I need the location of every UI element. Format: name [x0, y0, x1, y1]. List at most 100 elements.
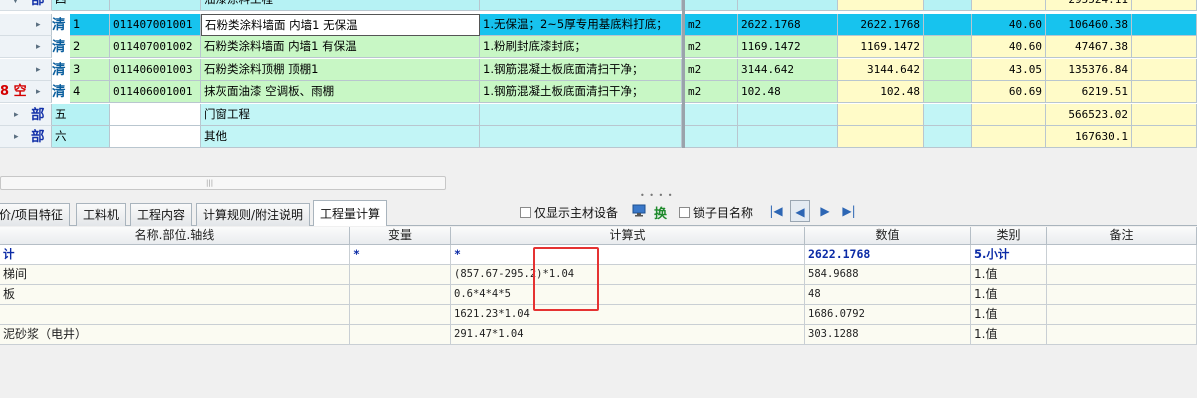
bill-grid: ▼ 部 四 油漆涂料工程 295524.11 ▸ 清 1 01140700100… — [0, 0, 1197, 148]
checkbox-box[interactable] — [520, 207, 531, 218]
collapse-caret-icon[interactable]: ▼ — [12, 0, 19, 11]
row-price — [972, 0, 1046, 11]
cell-remark[interactable] — [1047, 285, 1197, 305]
cell-formula[interactable]: * — [451, 245, 805, 265]
row-gutter — [0, 36, 52, 58]
cell-value[interactable]: 584.9688 — [805, 265, 971, 285]
row-tail — [1132, 14, 1197, 36]
row-tail — [1132, 81, 1197, 103]
row-amount: 566523.02 — [1046, 104, 1132, 126]
cell-remark[interactable] — [1047, 245, 1197, 265]
row-qty: 102.48 — [738, 81, 838, 103]
row-seq: 四 — [52, 0, 110, 11]
last-record-icon[interactable]: ▶| — [839, 200, 859, 222]
row-feature: 1.粉刷封底漆封底； — [480, 36, 682, 58]
expand-caret-icon[interactable]: ▸ — [36, 14, 41, 36]
row-price — [972, 104, 1046, 126]
cell-value[interactable]: 48 — [805, 285, 971, 305]
row-tail — [1132, 36, 1197, 58]
row-gutter — [0, 14, 52, 36]
cell-remark[interactable] — [1047, 305, 1197, 325]
expand-caret-icon[interactable]: ▸ — [36, 36, 41, 58]
cell-remark[interactable] — [1047, 265, 1197, 285]
cell-formula[interactable]: 1621.23*1.04 — [451, 305, 805, 325]
horizontal-scrollbar[interactable]: ||| — [0, 176, 446, 190]
row-qty2 — [838, 0, 924, 11]
row-type-label: 清 — [52, 84, 66, 100]
cell-name[interactable]: 梯间 — [0, 265, 350, 285]
tab-calc-rules[interactable]: 计算规则/附注说明 — [196, 203, 311, 226]
checkbox-box[interactable] — [679, 207, 690, 218]
scrollbar-grip-icon[interactable]: ||| — [206, 179, 218, 187]
row-type-label: 清 — [52, 62, 66, 78]
bill-row-item[interactable]: 8 空 ▸ 清 4 011406001001 抹灰面油漆 空调板、雨棚 1.钢筋… — [0, 81, 1197, 103]
row-name-editor[interactable]: 石粉类涂料墙面 内墙1 无保温 — [201, 14, 480, 36]
next-record-icon[interactable]: ▶ — [815, 200, 835, 222]
row-unit — [685, 126, 738, 148]
main-material-checkbox[interactable]: 仅显示主材设备 — [520, 206, 618, 220]
header-remark[interactable]: 备注 — [1047, 227, 1197, 245]
tab-quantity-calc[interactable]: 工程量计算 — [313, 200, 388, 226]
row-name: 抹灰面油漆 空调板、雨棚 — [201, 81, 480, 103]
calc-row[interactable]: 泥砂浆（电井） 291.47*1.04 303.1288 1.值 — [0, 325, 1197, 345]
row-unit: m2 — [685, 36, 738, 58]
row-qty2: 2622.1768 — [838, 14, 924, 36]
cell-name[interactable]: 板 — [0, 285, 350, 305]
cell-category[interactable]: 1.值 — [971, 325, 1047, 345]
row-qty: 1169.1472 — [738, 36, 838, 58]
header-name[interactable]: 名称.部位.轴线 — [0, 227, 350, 245]
bill-row-division[interactable]: ▸ 部 五 门窗工程 566523.02 — [0, 104, 1197, 126]
header-value[interactable]: 数值 — [805, 227, 971, 245]
bill-row-division[interactable]: ▼ 部 四 油漆涂料工程 295524.11 — [0, 0, 1197, 11]
swap-button[interactable]: 换 — [654, 203, 667, 222]
first-record-icon[interactable]: |◀ — [766, 200, 786, 222]
cell-variable[interactable] — [350, 285, 451, 305]
row-extra — [924, 126, 972, 148]
monitor-icon[interactable] — [632, 204, 646, 217]
expand-caret-icon[interactable]: ▸ — [36, 81, 41, 103]
row-type-label: 部 — [31, 0, 45, 8]
tab-price-features[interactable]: 价/项目特征 — [0, 203, 71, 226]
cell-value[interactable]: 1686.0792 — [805, 305, 971, 325]
row-qty2: 3144.642 — [838, 59, 924, 81]
cell-name[interactable]: 泥砂浆（电井） — [0, 325, 350, 345]
row-feature: 1.无保温；2~5厚专用基底料打底； — [480, 14, 682, 36]
lock-name-checkbox[interactable]: 锁子目名称 — [679, 206, 753, 220]
cell-formula[interactable]: 291.47*1.04 — [451, 325, 805, 345]
row-seq: 3 — [70, 59, 110, 81]
expand-caret-icon[interactable]: ▸ — [36, 59, 41, 81]
cell-category[interactable]: 1.值 — [971, 305, 1047, 325]
bill-row-item[interactable]: ▸ 清 2 011407001002 石粉类涂料墙面 内墙1 有保温 1.粉刷封… — [0, 36, 1197, 58]
bill-row-division[interactable]: ▸ 部 六 其他 167630.1 — [0, 126, 1197, 148]
header-variable[interactable]: 变量 — [350, 227, 451, 245]
cell-category[interactable]: 5.小计 — [971, 245, 1047, 265]
row-name: 门窗工程 — [201, 104, 480, 126]
cell-remark[interactable] — [1047, 325, 1197, 345]
cell-variable[interactable] — [350, 265, 451, 285]
row-qty: 2622.1768 — [738, 14, 838, 36]
row-unit — [685, 0, 738, 11]
tab-labor-materials[interactable]: 工料机 — [76, 203, 127, 226]
cell-variable[interactable] — [350, 325, 451, 345]
cell-formula[interactable]: (857.67-295.2)*1.04 — [451, 265, 805, 285]
previous-record-icon[interactable]: ◀ — [790, 200, 810, 222]
cell-value[interactable]: 2622.1768 — [805, 245, 971, 265]
bill-row-item-selected[interactable]: ▸ 清 1 011407001001 石粉类涂料墙面 内墙1 无保温 1.无保温… — [0, 14, 1197, 36]
cell-category[interactable]: 1.值 — [971, 285, 1047, 305]
cell-variable[interactable] — [350, 305, 451, 325]
cell-category[interactable]: 1.值 — [971, 265, 1047, 285]
cell-value[interactable]: 303.1288 — [805, 325, 971, 345]
header-category[interactable]: 类别 — [971, 227, 1047, 245]
cell-name[interactable]: 计 — [0, 245, 350, 265]
cell-variable[interactable]: * — [350, 245, 451, 265]
expand-caret-icon[interactable]: ▸ — [14, 104, 19, 126]
row-feature: 1.钢筋混凝土板底面清扫干净； — [480, 59, 682, 81]
bill-row-item[interactable]: ▸ 清 3 011406001003 石粉类涂料顶棚 顶棚1 1.钢筋混凝土板底… — [0, 59, 1197, 81]
cell-formula[interactable]: 0.6*4*4*5 — [451, 285, 805, 305]
header-formula[interactable]: 计算式 — [451, 227, 805, 245]
row-qty2: 1169.1472 — [838, 36, 924, 58]
tab-work-content[interactable]: 工程内容 — [130, 203, 193, 226]
cell-name[interactable] — [0, 305, 350, 325]
expand-caret-icon[interactable]: ▸ — [14, 126, 19, 148]
row-extra — [924, 81, 972, 103]
